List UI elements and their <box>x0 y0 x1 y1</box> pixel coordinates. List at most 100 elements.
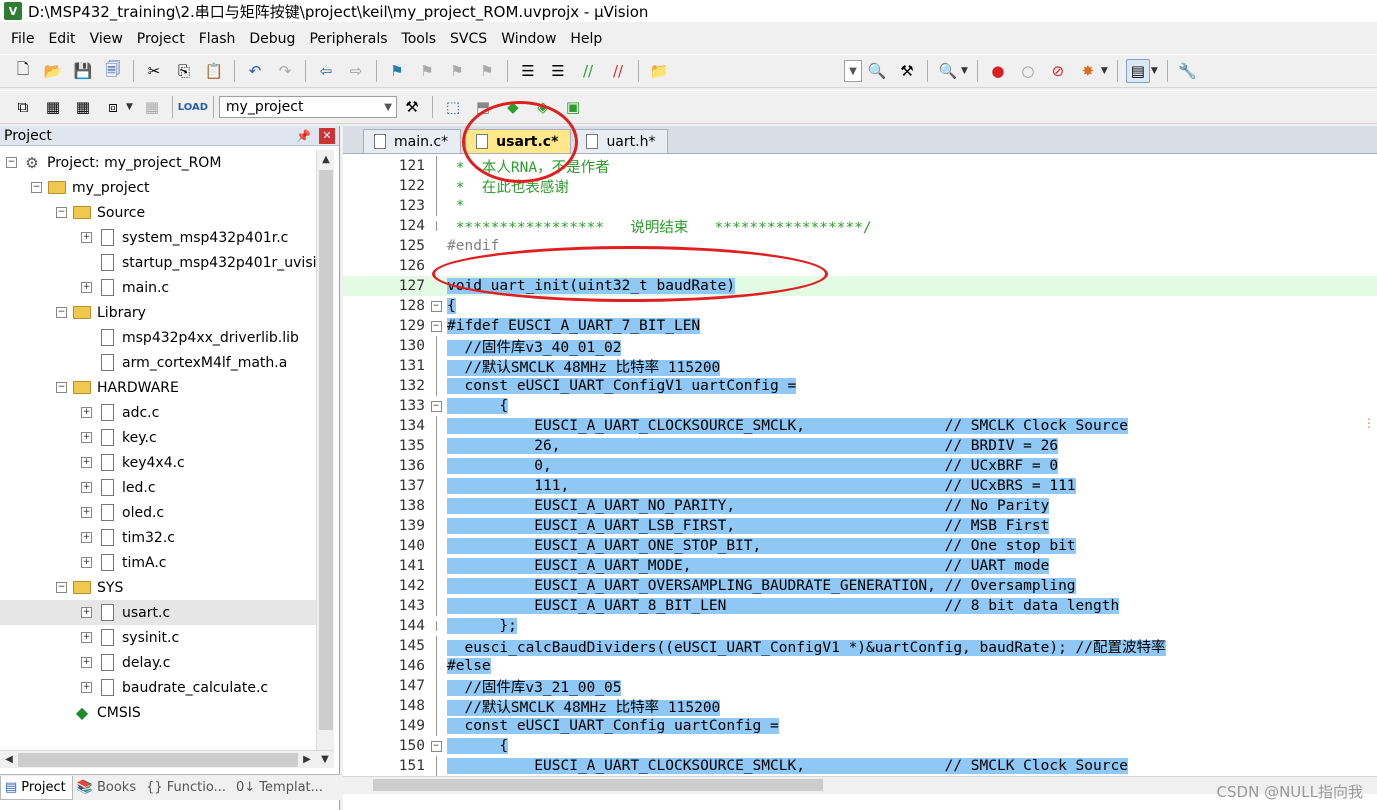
tab-books[interactable]: 📚 Books <box>73 776 142 800</box>
tree-item[interactable]: + main.c <box>0 275 316 300</box>
code-line[interactable]: 145 eusci_calcBaudDividers((eUSCI_UART_C… <box>343 636 1377 656</box>
scrollbar-thumb[interactable] <box>18 752 298 767</box>
undo-icon[interactable]: ↶ <box>243 59 267 83</box>
code-line[interactable]: 124 ***************** 说明结束 *************… <box>343 216 1377 236</box>
code-line[interactable]: 139 EUSCI_A_UART_LSB_FIRST, // MSB First <box>343 516 1377 536</box>
menu-peripherals[interactable]: Peripherals <box>302 31 394 47</box>
code-line[interactable]: 132 const eUSCI_UART_ConfigV1 uartConfig… <box>343 376 1377 396</box>
tree-item[interactable]: − my_project <box>0 175 316 200</box>
scrollbar-thumb[interactable] <box>373 779 823 791</box>
menu-flash[interactable]: Flash <box>192 31 243 47</box>
code-line[interactable]: 150− { <box>343 736 1377 756</box>
build-icon[interactable]: ▦ <box>41 95 65 119</box>
disable-breakpoint-icon[interactable]: ○ <box>1016 59 1040 83</box>
fold-toggle-icon[interactable]: − <box>429 296 443 316</box>
code-line[interactable]: 128−{ <box>343 296 1377 316</box>
tree-item[interactable]: + key.c <box>0 425 316 450</box>
tree-item[interactable]: + oled.c <box>0 500 316 525</box>
tab-uart-h[interactable]: uart.h* <box>575 129 669 153</box>
close-icon[interactable]: ✕ <box>319 127 335 144</box>
redo-icon[interactable]: ↷ <box>273 59 297 83</box>
expand-icon[interactable]: + <box>81 507 92 518</box>
code-line[interactable]: 126 <box>343 256 1377 276</box>
tree-item[interactable]: − Source <box>0 200 316 225</box>
chevron-down-icon[interactable]: ▼ <box>1151 66 1158 76</box>
tree-item[interactable]: + led.c <box>0 475 316 500</box>
bookmark-clear-icon[interactable]: ⚑ <box>475 59 499 83</box>
tree-item[interactable]: − Library <box>0 300 316 325</box>
unindent-icon[interactable]: ☰ <box>546 59 570 83</box>
disable-all-breakpoints-icon[interactable]: ⊘ <box>1046 59 1070 83</box>
code-line[interactable]: 135 26, // BRDIV = 26 <box>343 436 1377 456</box>
incremental-find-icon[interactable]: ⚒ <box>895 59 919 83</box>
tab-usart-c[interactable]: usart.c* <box>465 129 572 153</box>
expand-icon[interactable]: + <box>81 432 92 443</box>
menu-window[interactable]: Window <box>494 31 563 47</box>
tree-item[interactable]: startup_msp432p401r_uvision <box>0 250 316 275</box>
manage-rte-icon[interactable]: ⬒ <box>471 95 495 119</box>
target-options-icon[interactable]: ⚒ <box>400 95 424 119</box>
menu-view[interactable]: View <box>83 31 130 47</box>
tab-main-c[interactable]: main.c* <box>363 129 462 153</box>
expand-icon[interactable]: + <box>81 232 92 243</box>
breakpoint-icon[interactable]: ● <box>986 59 1010 83</box>
tree-item[interactable]: + usart.c <box>0 600 316 625</box>
collapse-icon[interactable]: − <box>430 740 442 752</box>
tree-item[interactable]: + adc.c <box>0 400 316 425</box>
code-line[interactable]: 142 EUSCI_A_UART_OVERSAMPLING_BAUDRATE_G… <box>343 576 1377 596</box>
code-line[interactable]: 149 const eUSCI_UART_Config uartConfig = <box>343 716 1377 736</box>
manage-components-icon[interactable]: ⬚ <box>441 95 465 119</box>
code-line[interactable]: 148 //默认SMCLK 48MHz 比特率 115200 <box>343 696 1377 716</box>
cut-icon[interactable]: ✂ <box>142 59 166 83</box>
code-line[interactable]: 136 0, // UCxBRF = 0 <box>343 456 1377 476</box>
code-line[interactable]: 147 //固件库v3_21_00_05 <box>343 676 1377 696</box>
code-line[interactable]: 127 void uart_init(uint32_t baudRate) <box>343 276 1377 296</box>
code-line[interactable]: 141 EUSCI_A_UART_MODE, // UART mode <box>343 556 1377 576</box>
target-select[interactable]: my_project ▼ <box>218 96 397 118</box>
project-tree-vertical-scrollbar[interactable]: ▲ <box>316 150 334 750</box>
navigate-forward-icon[interactable]: ⇨ <box>344 59 368 83</box>
fold-toggle-icon[interactable]: − <box>429 736 443 756</box>
indent-icon[interactable]: ☰ <box>516 59 540 83</box>
code-line[interactable]: 131 //默认SMCLK 48MHz 比特率 115200 <box>343 356 1377 376</box>
menu-debug[interactable]: Debug <box>242 31 302 47</box>
collapse-icon[interactable]: − <box>430 320 442 332</box>
menu-edit[interactable]: Edit <box>41 31 82 47</box>
paste-icon[interactable]: 📋 <box>202 59 226 83</box>
uncomment-icon[interactable]: // <box>606 59 630 83</box>
save-all-icon[interactable]: 🗐 <box>101 59 125 83</box>
save-icon[interactable]: 💾 <box>71 59 95 83</box>
code-area[interactable]: 121 * 本人RNA，不是作者 122 * 在此也表感谢 123 * 124 ***… <box>343 156 1377 776</box>
tree-item[interactable]: − HARDWARE <box>0 375 316 400</box>
collapse-icon[interactable]: − <box>31 182 42 193</box>
pack-installer-icon[interactable]: ◈ <box>531 95 555 119</box>
collapse-icon[interactable]: − <box>56 582 67 593</box>
collapse-icon[interactable]: − <box>56 207 67 218</box>
menu-help[interactable]: Help <box>563 31 609 47</box>
expand-icon[interactable]: + <box>81 632 92 643</box>
tree-item[interactable]: − ⚙ Project: my_project_ROM <box>0 150 316 175</box>
code-line[interactable]: 133− { <box>343 396 1377 416</box>
scrollbar-thumb[interactable] <box>319 170 333 730</box>
find-combo-dropdown[interactable]: ▼ <box>844 60 862 82</box>
configure-icon[interactable]: 🔧 <box>1176 59 1200 83</box>
bookmark-prev-icon[interactable]: ⚑ <box>415 59 439 83</box>
tree-item[interactable]: + key4x4.c <box>0 450 316 475</box>
software-packs-icon[interactable]: ▣ <box>561 95 585 119</box>
open-file-icon[interactable]: 📂 <box>41 59 65 83</box>
project-tree-horizontal-scrollbar[interactable]: ◀ ▶ ▼ <box>0 750 334 768</box>
expand-icon[interactable]: + <box>81 657 92 668</box>
code-line[interactable]: 137 111, // UCxBRS = 111 <box>343 476 1377 496</box>
collapse-icon[interactable]: − <box>56 382 67 393</box>
tree-item[interactable]: + tim32.c <box>0 525 316 550</box>
code-line[interactable]: 144 }; <box>343 616 1377 636</box>
menu-tools[interactable]: Tools <box>395 31 444 47</box>
code-line[interactable]: 151 EUSCI_A_UART_CLOCKSOURCE_SMCLK, // S… <box>343 756 1377 776</box>
download-icon[interactable]: LOAD <box>178 95 208 119</box>
translate-icon[interactable]: ⧉ <box>11 95 35 119</box>
tab-templates[interactable]: 0↓ Templat... <box>232 776 329 800</box>
scroll-left-icon[interactable]: ◀ <box>0 751 18 769</box>
tree-item[interactable]: arm_cortexM4lf_math.a <box>0 350 316 375</box>
copy-icon[interactable]: ⎘ <box>172 59 196 83</box>
tab-project[interactable]: ▤ Project <box>0 775 73 800</box>
